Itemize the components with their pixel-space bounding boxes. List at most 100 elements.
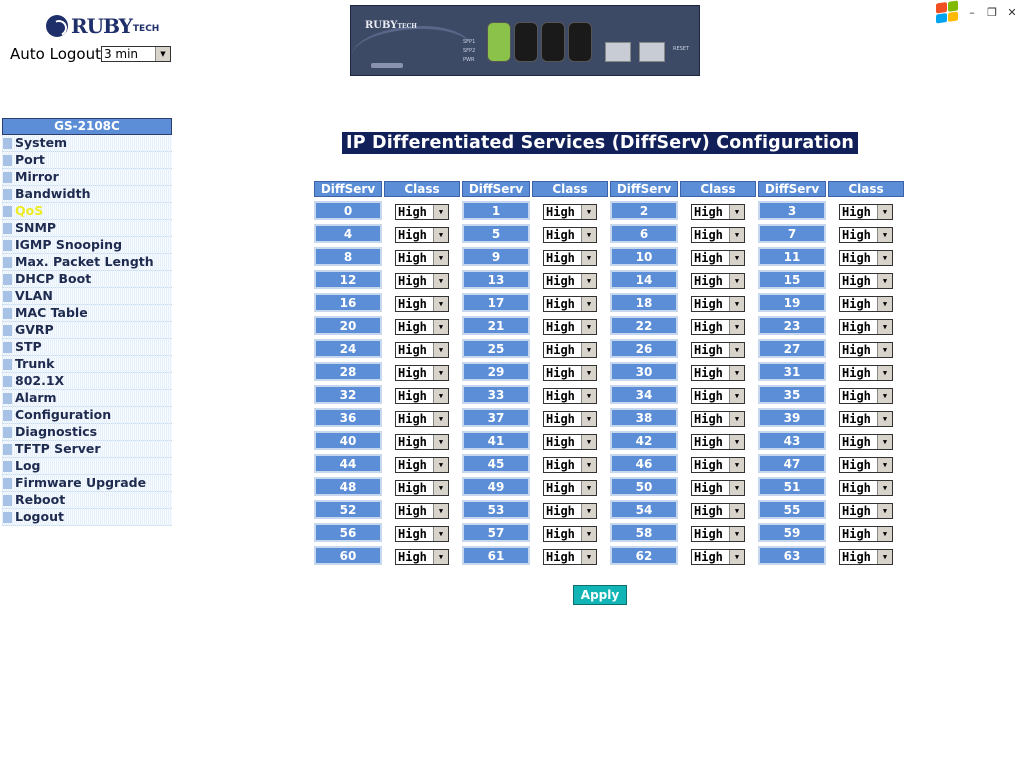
class-select[interactable]: High ▼: [395, 526, 449, 542]
class-select[interactable]: High ▼: [543, 457, 597, 473]
class-select[interactable]: High ▼: [839, 342, 893, 358]
chevron-down-icon: ▼: [581, 389, 596, 403]
class-select[interactable]: High ▼: [395, 204, 449, 220]
sidebar-item-vlan[interactable]: VLAN: [2, 288, 172, 305]
class-select[interactable]: High ▼: [395, 227, 449, 243]
sidebar-item-trunk[interactable]: Trunk: [2, 356, 172, 373]
col-header-diffserv: DiffServ: [610, 181, 678, 197]
class-select[interactable]: High ▼: [839, 319, 893, 335]
class-select[interactable]: High ▼: [543, 250, 597, 266]
sidebar-item-firmware-upgrade[interactable]: Firmware Upgrade: [2, 475, 172, 492]
sidebar-item-tftp-server[interactable]: TFTP Server: [2, 441, 172, 458]
class-select[interactable]: High ▼: [839, 434, 893, 450]
minimize-icon[interactable]: –: [966, 6, 978, 19]
class-select[interactable]: High ▼: [691, 319, 745, 335]
class-select[interactable]: High ▼: [839, 411, 893, 427]
class-select[interactable]: High ▼: [691, 296, 745, 312]
class-select[interactable]: High ▼: [395, 296, 449, 312]
class-select[interactable]: High ▼: [839, 296, 893, 312]
sidebar-item-system[interactable]: System: [2, 135, 172, 152]
class-select[interactable]: High ▼: [543, 549, 597, 565]
class-select[interactable]: High ▼: [395, 365, 449, 381]
sidebar-item-snmp[interactable]: SNMP: [2, 220, 172, 237]
class-select[interactable]: High ▼: [691, 549, 745, 565]
sidebar-item-max-packet-length[interactable]: Max. Packet Length: [2, 254, 172, 271]
class-select[interactable]: High ▼: [543, 365, 597, 381]
class-select[interactable]: High ▼: [543, 388, 597, 404]
class-select[interactable]: High ▼: [691, 342, 745, 358]
auto-logout-select[interactable]: 3 min ▼: [100, 46, 171, 62]
class-select[interactable]: High ▼: [691, 503, 745, 519]
sidebar-item-mirror[interactable]: Mirror: [2, 169, 172, 186]
diffserv-value: 51: [758, 477, 826, 496]
sidebar-item-dhcp-boot[interactable]: DHCP Boot: [2, 271, 172, 288]
class-select-value: High: [546, 458, 575, 472]
class-select[interactable]: High ▼: [543, 503, 597, 519]
class-select[interactable]: High ▼: [691, 204, 745, 220]
sidebar-item-qos[interactable]: QoS: [2, 203, 172, 220]
class-select[interactable]: High ▼: [839, 549, 893, 565]
class-select[interactable]: High ▼: [691, 227, 745, 243]
class-select[interactable]: High ▼: [395, 319, 449, 335]
class-select[interactable]: High ▼: [395, 342, 449, 358]
class-select[interactable]: High ▼: [839, 365, 893, 381]
sidebar-item-mac-table[interactable]: MAC Table: [2, 305, 172, 322]
class-select[interactable]: High ▼: [543, 227, 597, 243]
sidebar-item-configuration[interactable]: Configuration: [2, 407, 172, 424]
sidebar-item-diagnostics[interactable]: Diagnostics: [2, 424, 172, 441]
apply-button[interactable]: Apply: [573, 585, 627, 605]
sidebar-item-log[interactable]: Log: [2, 458, 172, 475]
class-select[interactable]: High ▼: [543, 342, 597, 358]
class-select[interactable]: High ▼: [395, 434, 449, 450]
class-select[interactable]: High ▼: [395, 411, 449, 427]
class-select[interactable]: High ▼: [543, 296, 597, 312]
class-select[interactable]: High ▼: [839, 388, 893, 404]
chevron-down-icon: ▼: [729, 412, 744, 426]
class-select[interactable]: High ▼: [543, 480, 597, 496]
class-select[interactable]: High ▼: [839, 503, 893, 519]
class-select[interactable]: High ▼: [543, 411, 597, 427]
close-icon[interactable]: ✕: [1006, 6, 1018, 19]
class-select[interactable]: High ▼: [395, 480, 449, 496]
class-select[interactable]: High ▼: [839, 273, 893, 289]
class-select[interactable]: High ▼: [691, 457, 745, 473]
sidebar-item-port[interactable]: Port: [2, 152, 172, 169]
class-select[interactable]: High ▼: [839, 526, 893, 542]
restore-icon[interactable]: ❐: [986, 6, 998, 19]
class-select[interactable]: High ▼: [839, 457, 893, 473]
sidebar-item-igmp-snooping[interactable]: IGMP Snooping: [2, 237, 172, 254]
class-select[interactable]: High ▼: [691, 411, 745, 427]
class-select[interactable]: High ▼: [395, 503, 449, 519]
class-select[interactable]: High ▼: [839, 480, 893, 496]
class-select[interactable]: High ▼: [691, 388, 745, 404]
class-select[interactable]: High ▼: [543, 319, 597, 335]
sidebar-item-logout[interactable]: Logout: [2, 509, 172, 526]
class-cell: High ▼: [532, 201, 608, 220]
class-select[interactable]: High ▼: [395, 250, 449, 266]
class-select[interactable]: High ▼: [691, 365, 745, 381]
class-select[interactable]: High ▼: [395, 549, 449, 565]
class-select[interactable]: High ▼: [543, 434, 597, 450]
class-select[interactable]: High ▼: [395, 273, 449, 289]
class-select[interactable]: High ▼: [839, 250, 893, 266]
class-select[interactable]: High ▼: [543, 273, 597, 289]
class-select[interactable]: High ▼: [543, 204, 597, 220]
class-select[interactable]: High ▼: [395, 457, 449, 473]
brand-name: RUBY: [71, 14, 133, 38]
sidebar-item-reboot[interactable]: Reboot: [2, 492, 172, 509]
class-select[interactable]: High ▼: [691, 480, 745, 496]
class-select[interactable]: High ▼: [691, 273, 745, 289]
class-select[interactable]: High ▼: [691, 526, 745, 542]
class-select[interactable]: High ▼: [543, 526, 597, 542]
sidebar-item-gvrp[interactable]: GVRP: [2, 322, 172, 339]
class-select[interactable]: High ▼: [839, 227, 893, 243]
class-select[interactable]: High ▼: [839, 204, 893, 220]
sidebar-item-bandwidth[interactable]: Bandwidth: [2, 186, 172, 203]
sidebar-item-802-1x[interactable]: 802.1X: [2, 373, 172, 390]
class-select-value: High: [546, 297, 575, 311]
sidebar-item-alarm[interactable]: Alarm: [2, 390, 172, 407]
class-select[interactable]: High ▼: [691, 434, 745, 450]
sidebar-item-stp[interactable]: STP: [2, 339, 172, 356]
class-select[interactable]: High ▼: [395, 388, 449, 404]
class-select[interactable]: High ▼: [691, 250, 745, 266]
